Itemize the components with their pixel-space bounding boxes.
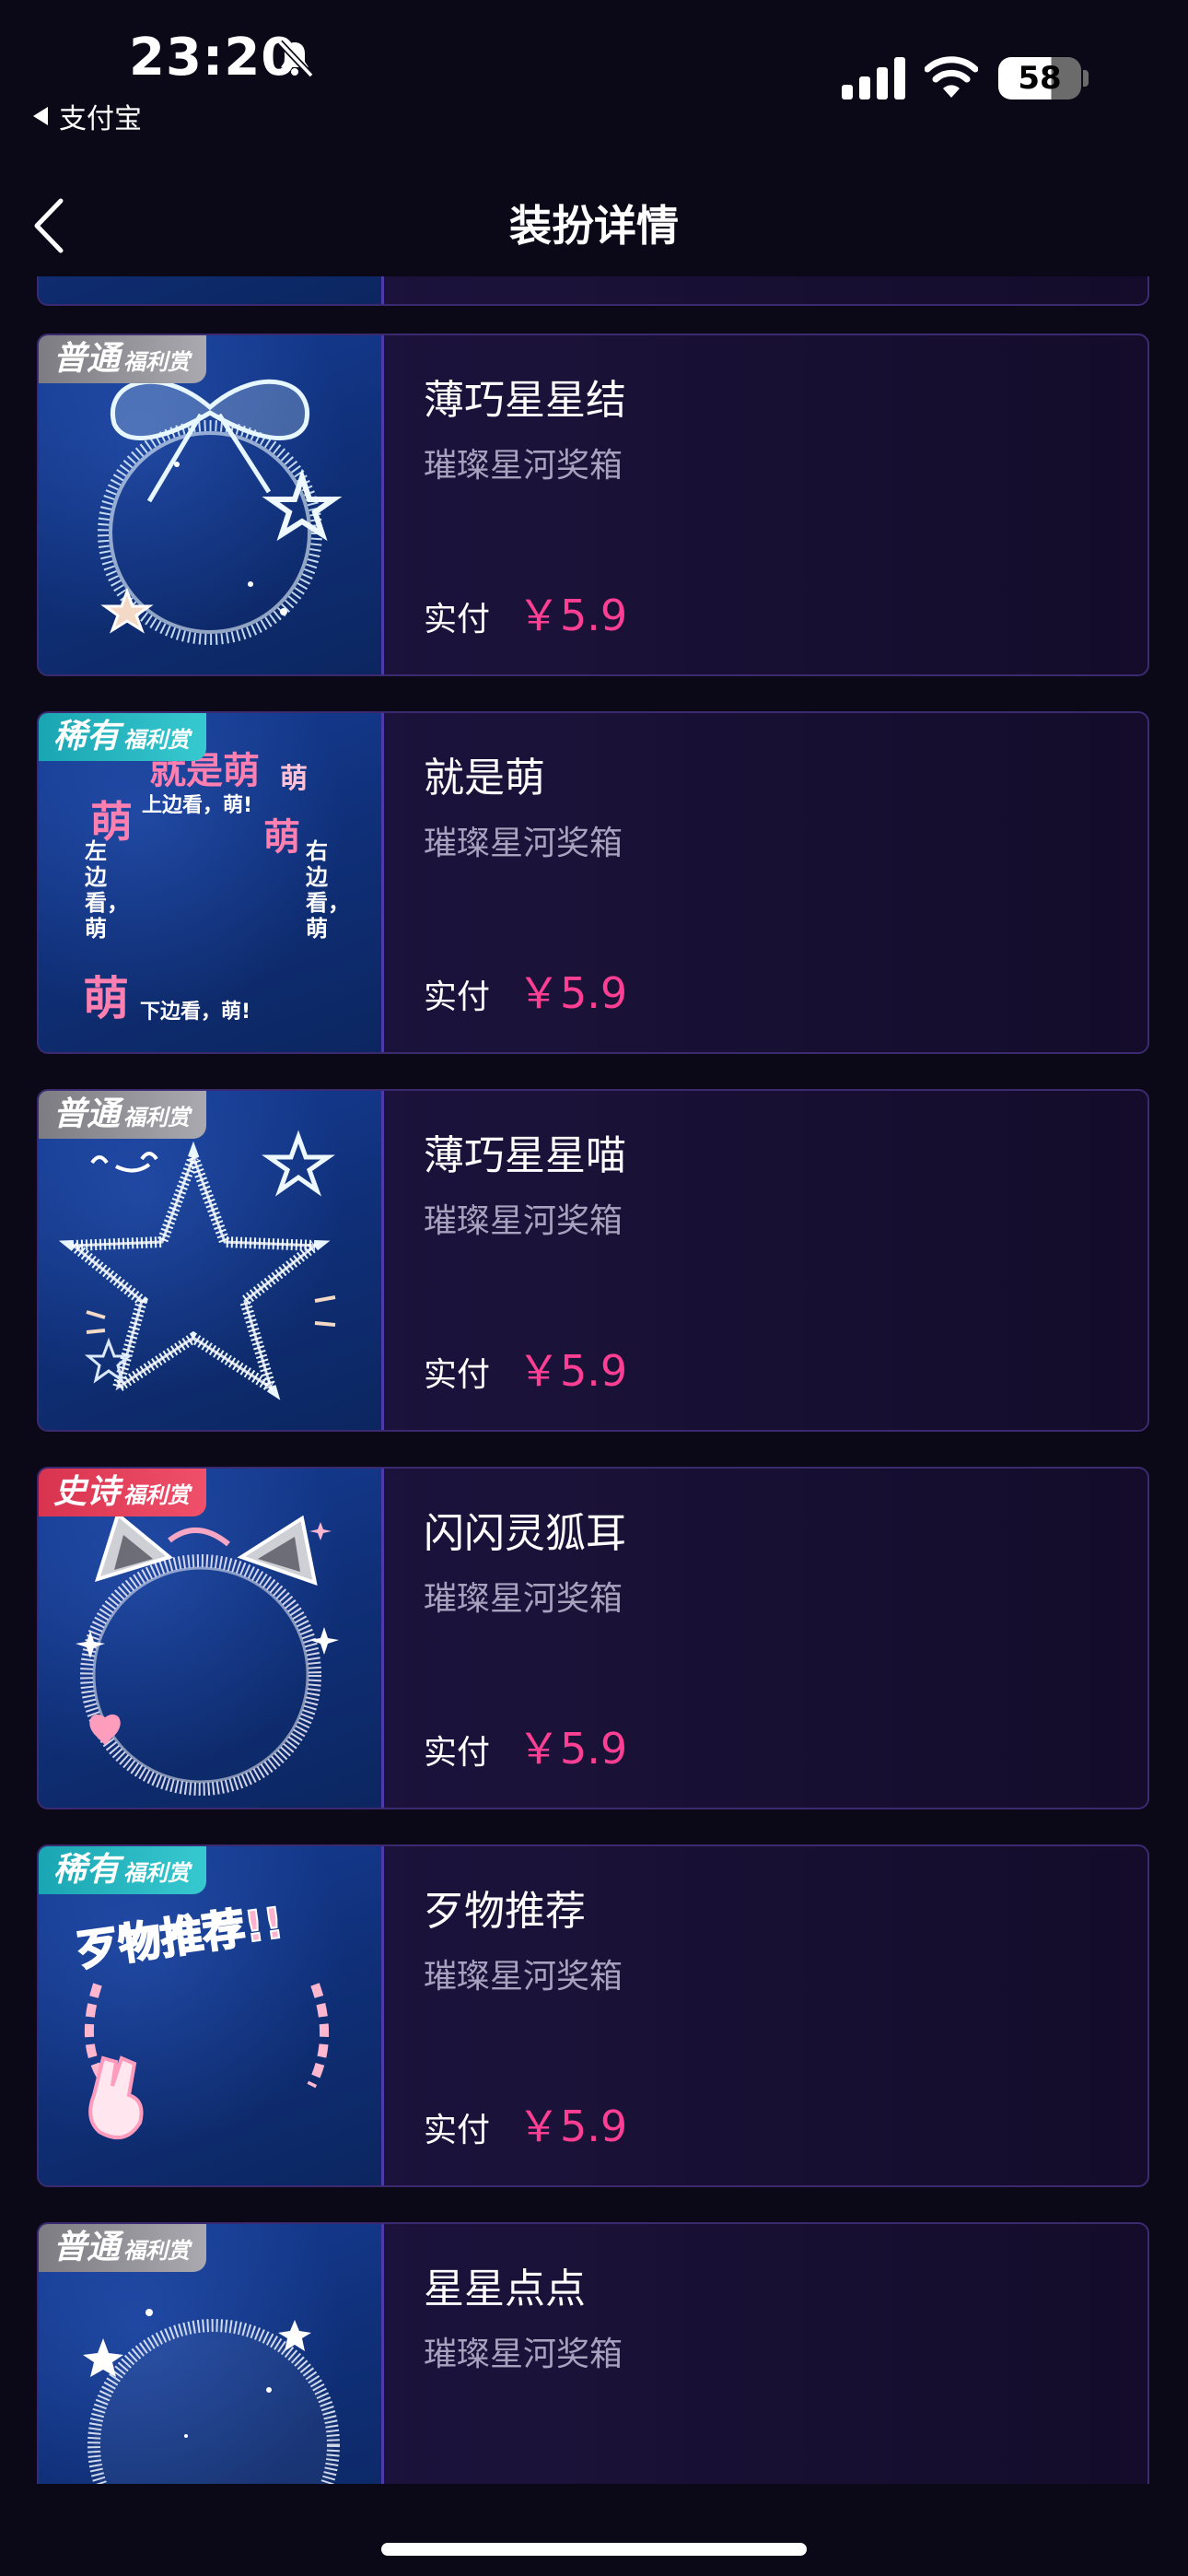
rarity-badge: 普通 福利赏: [39, 1091, 207, 1139]
dressup-list[interactable]: 普通 福利赏 薄巧星星结 璀璨星河奖箱 实付 ￥5.9 就是萌 萌 上边看，萌! …: [0, 276, 1188, 2484]
item-thumbnail: 普通 福利赏: [39, 1091, 384, 1430]
wifi-icon: [925, 56, 978, 98]
frame-text-top-small: 上边看，萌!: [142, 794, 253, 817]
frame-text-left-vertical: 左边看，萌: [85, 838, 129, 942]
price-value: ￥5.9: [518, 2102, 628, 2151]
cellular-signal-icon: [842, 57, 905, 100]
bow-ring-frame: [98, 379, 343, 645]
price-label: 实付: [424, 1734, 491, 1772]
price-row: 实付 ￥5.9: [424, 1715, 627, 1776]
rarity-badge: 史诗 福利赏: [39, 1469, 207, 1516]
item-info: 薄巧星星喵 璀璨星河奖箱 实付 ￥5.9: [424, 1091, 1147, 1430]
item-info: 闪闪灵狐耳 璀璨星河奖箱 实付 ￥5.9: [424, 1469, 1147, 1808]
item-thumbnail: 普通 福利赏: [39, 2224, 384, 2484]
item-name: 就是萌: [424, 755, 545, 802]
battery-level: 58: [1018, 60, 1062, 97]
price-row: 实付 ￥5.9: [424, 1338, 627, 1399]
price-row: 实付 ￥5.9: [424, 2471, 627, 2484]
price-value: ￥5.9: [518, 2471, 627, 2484]
item-source: 璀璨星河奖箱: [424, 1580, 623, 1618]
back-app-label: 支付宝: [59, 103, 142, 135]
item-source: 璀璨星河奖箱: [424, 1958, 623, 1996]
list-item-previous[interactable]: [37, 276, 1149, 306]
item-source: 璀璨星河奖箱: [424, 1202, 623, 1240]
frame-text-right-vertical: 右边看，萌: [306, 838, 350, 942]
item-source: 璀璨星河奖箱: [424, 825, 623, 862]
frame-text-bottom-small: 下边看，萌!: [140, 1001, 251, 1024]
rarity-badge: 稀有 福利赏: [39, 1846, 207, 1894]
item-info: 薄巧星星结 璀璨星河奖箱 实付 ￥5.9: [424, 335, 1147, 674]
frame-text-bottom-big: 萌: [83, 972, 129, 1025]
list-item[interactable]: 普通 福利赏 薄巧星星结 璀璨星河奖箱 实付 ￥5.9: [37, 334, 1149, 676]
bell-muted-icon: [277, 40, 314, 78]
price-row: 实付 ￥5.9: [424, 582, 627, 643]
price-value: ￥5.9: [518, 1346, 628, 1396]
item-info: 星星点点 璀璨星河奖箱 实付 ￥5.9: [424, 2224, 1147, 2484]
item-name: 星星点点: [424, 2266, 586, 2313]
page-title: 装扮详情: [509, 201, 679, 251]
frame-text-right-big: 萌: [263, 816, 300, 859]
list-item[interactable]: 普通 福利赏 薄巧星星喵 璀璨星河奖箱 实付 ￥5.9: [37, 1089, 1149, 1432]
item-info: 歹物推荐 璀璨星河奖箱 实付 ￥5.9: [424, 1846, 1147, 2185]
status-bar: 23:20 支付宝 58: [0, 0, 1188, 147]
item-source: 璀璨星河奖箱: [424, 447, 623, 485]
item-name: 闪闪灵狐耳: [424, 1510, 626, 1557]
item-name: 歹物推荐: [424, 1888, 586, 1935]
battery-indicator: 58: [998, 57, 1081, 100]
price-value: ￥5.9: [518, 591, 628, 640]
item-thumbnail: 史诗 福利赏: [39, 1469, 384, 1808]
item-name: 薄巧星星喵: [424, 1132, 626, 1179]
price-label: 实付: [424, 1356, 491, 1394]
item-thumbnail: [39, 276, 384, 304]
price-label: 实付: [424, 978, 491, 1016]
price-value: ￥5.9: [518, 968, 628, 1018]
price-label: 实付: [424, 601, 491, 638]
home-indicator[interactable]: [381, 2543, 807, 2556]
star-frame: [58, 1130, 336, 1400]
item-name: 薄巧星星结: [424, 377, 626, 424]
rarity-badge: 普通 福利赏: [39, 2224, 207, 2272]
frame-text-top-side: 萌: [280, 763, 308, 795]
price-row: 实付 ￥5.9: [424, 2093, 627, 2154]
price-row: 实付 ￥5.9: [424, 960, 627, 1021]
list-item[interactable]: 歹物推荐!! 稀有 福利赏 歹物推荐 璀璨星河奖箱 实付 ￥5.9: [37, 1844, 1149, 2187]
item-thumbnail: 歹物推荐!! 稀有 福利赏: [39, 1846, 384, 2185]
rarity-badge: 稀有 福利赏: [39, 713, 207, 761]
item-thumbnail: 就是萌 萌 上边看，萌! 萌 萌 左边看，萌 右边看，萌 萌 下边看，萌! 稀有…: [39, 713, 384, 1052]
item-source: 璀璨星河奖箱: [424, 2336, 623, 2373]
list-item[interactable]: 史诗 福利赏 闪闪灵狐耳 璀璨星河奖箱 实付 ￥5.9: [37, 1467, 1149, 1809]
rarity-badge: 普通 福利赏: [39, 335, 207, 383]
battery-cap: [1083, 70, 1089, 87]
item-info: 就是萌 璀璨星河奖箱 实付 ￥5.9: [424, 713, 1147, 1052]
bottom-safe-area: [0, 2484, 1188, 2576]
recommend-frame: [84, 1983, 330, 2140]
list-item[interactable]: 普通福利赏 星星点点 璀璨星河奖箱 实付 ￥5.9: [37, 2222, 1149, 2484]
back-triangle-icon: [33, 107, 48, 125]
price-label: 实付: [424, 2112, 491, 2149]
list-item[interactable]: 就是萌 萌 上边看，萌! 萌 萌 左边看，萌 右边看，萌 萌 下边看，萌! 稀有…: [37, 711, 1149, 1054]
fox-ears-frame: [76, 1511, 339, 1796]
back-to-app-link[interactable]: 支付宝: [33, 96, 142, 136]
price-value: ￥5.9: [518, 1724, 628, 1774]
item-thumbnail: 普通 福利赏: [39, 335, 384, 674]
